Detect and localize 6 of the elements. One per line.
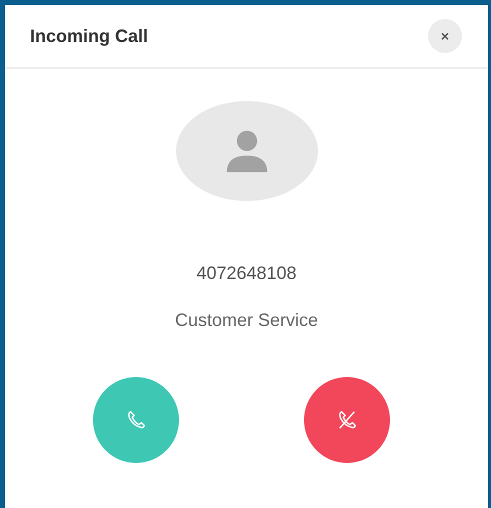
- caller-label: Customer Service: [174, 310, 318, 331]
- phone-icon: [125, 409, 147, 431]
- phone-off-icon: [336, 409, 358, 431]
- dialog-title: Incoming Call: [30, 26, 148, 46]
- close-button[interactable]: ×: [428, 19, 462, 53]
- caller-number: 4072648108: [196, 263, 297, 284]
